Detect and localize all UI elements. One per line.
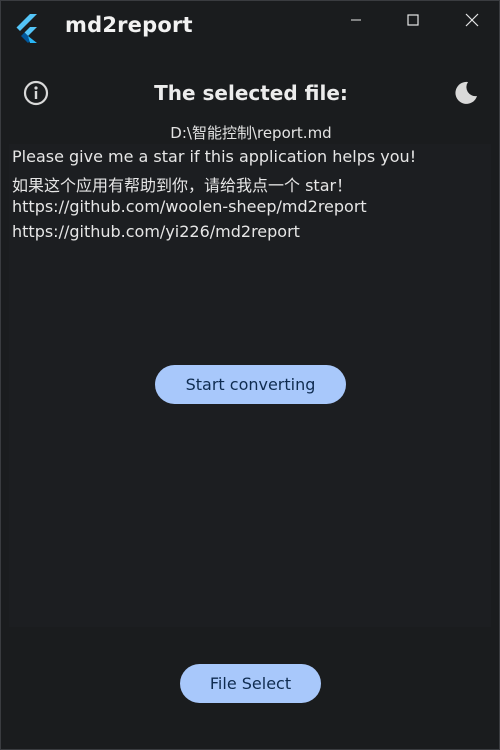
page-title: The selected file: xyxy=(154,81,348,105)
file-select-button[interactable]: File Select xyxy=(180,664,321,703)
selected-file-path: D:\智能控制\report.md xyxy=(170,124,332,142)
file-select-label: File Select xyxy=(209,674,292,693)
star-request-text: Please give me a star if this applicatio… xyxy=(12,147,417,166)
repo-link[interactable]: https://github.com/woolen-sheep/md2repor… xyxy=(12,197,367,216)
repo-link[interactable]: https://github.com/yi226/md2report xyxy=(12,222,300,241)
title-bar[interactable]: md2report xyxy=(1,1,499,51)
start-converting-button[interactable]: Start converting xyxy=(155,365,346,404)
moon-icon[interactable] xyxy=(453,80,479,106)
close-icon[interactable] xyxy=(457,7,487,33)
start-converting-label: Start converting xyxy=(185,375,316,394)
flutter-logo-icon xyxy=(15,13,41,43)
app-title: md2report xyxy=(65,13,193,37)
minimize-icon[interactable] xyxy=(341,7,371,33)
maximize-icon[interactable] xyxy=(398,7,428,33)
app-window: md2report The selected file: D:\智能控制\rep… xyxy=(0,0,500,750)
star-request-text-cn: 如果这个应用有帮助到你，请给我点一个 star！ xyxy=(12,176,353,195)
